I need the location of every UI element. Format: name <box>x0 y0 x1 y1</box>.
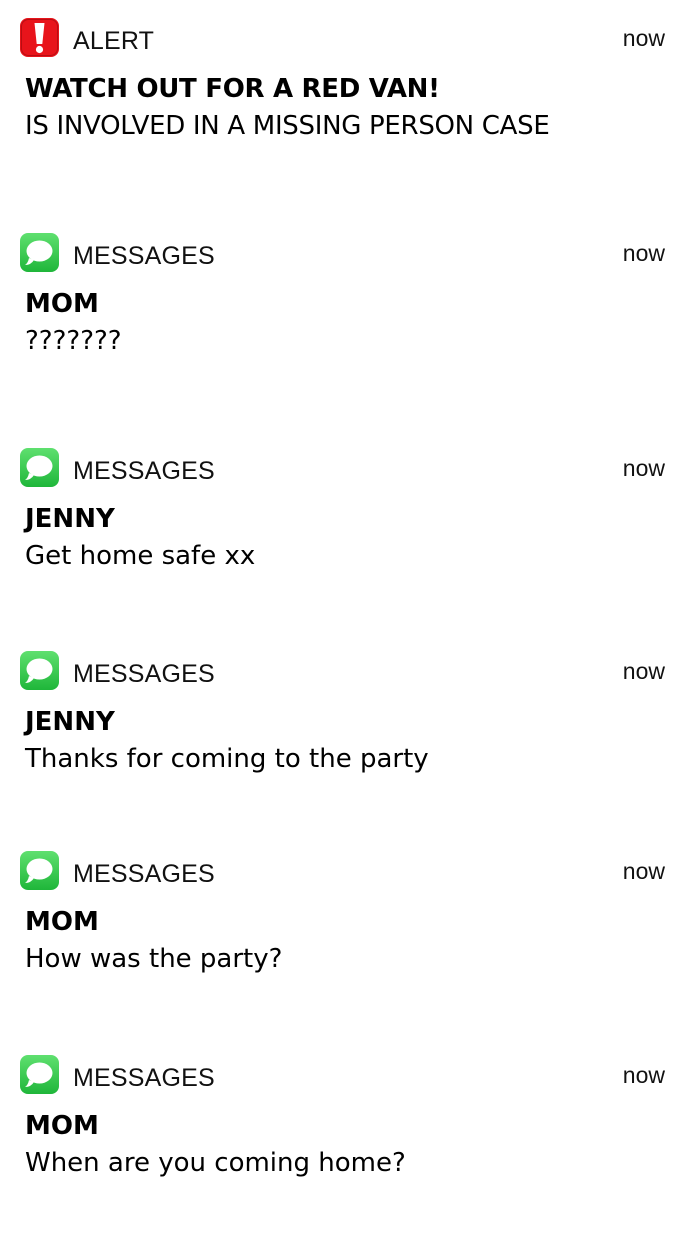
app-name: MESSAGES <box>73 660 215 688</box>
app-name: MESSAGES <box>73 860 215 888</box>
notification-time: now <box>622 1062 665 1088</box>
notification-message[interactable]: MESSAGES now MOM ??????? <box>0 233 695 423</box>
notification-title: JENNY <box>25 707 115 737</box>
messages-bubble-icon <box>20 448 59 487</box>
notification-title: MOM <box>25 1111 99 1141</box>
notification-time: now <box>622 858 665 884</box>
notification-body: Get home safe xx <box>25 541 256 571</box>
notification-body: How was the party? <box>25 944 283 974</box>
notification-body: When are you coming home? <box>25 1148 406 1178</box>
notification-message[interactable]: MESSAGES now JENNY Get home safe xx <box>0 448 695 638</box>
notification-time: now <box>622 240 665 266</box>
messages-bubble-icon <box>20 651 59 690</box>
messages-bubble-icon <box>20 1055 59 1094</box>
notification-title: MOM <box>25 907 99 937</box>
notification-message[interactable]: MESSAGES now MOM How was the party? <box>0 851 695 1041</box>
app-name: MESSAGES <box>73 242 215 270</box>
notification-body: IS INVOLVED IN A MISSING PERSON CASE <box>25 111 550 141</box>
notification-title: JENNY <box>25 504 115 534</box>
app-name: MESSAGES <box>73 1064 215 1092</box>
notification-title: MOM <box>25 289 99 319</box>
notification-time: now <box>622 455 665 481</box>
app-name: ALERT <box>73 27 155 55</box>
notification-body: Thanks for coming to the party <box>25 744 429 774</box>
alert-exclamation-icon <box>20 18 59 57</box>
notification-message[interactable]: MESSAGES now JENNY Thanks for coming to … <box>0 651 695 841</box>
notification-time: now <box>622 25 665 51</box>
app-name: MESSAGES <box>73 457 215 485</box>
notification-body: ??????? <box>25 326 122 356</box>
messages-bubble-icon <box>20 233 59 272</box>
messages-bubble-icon <box>20 851 59 890</box>
notification-alert[interactable]: ALERT now WATCH OUT FOR A RED VAN! IS IN… <box>0 18 695 208</box>
notification-time: now <box>622 658 665 684</box>
notification-message[interactable]: MESSAGES now MOM When are you coming hom… <box>0 1055 695 1245</box>
notification-title: WATCH OUT FOR A RED VAN! <box>25 74 440 104</box>
